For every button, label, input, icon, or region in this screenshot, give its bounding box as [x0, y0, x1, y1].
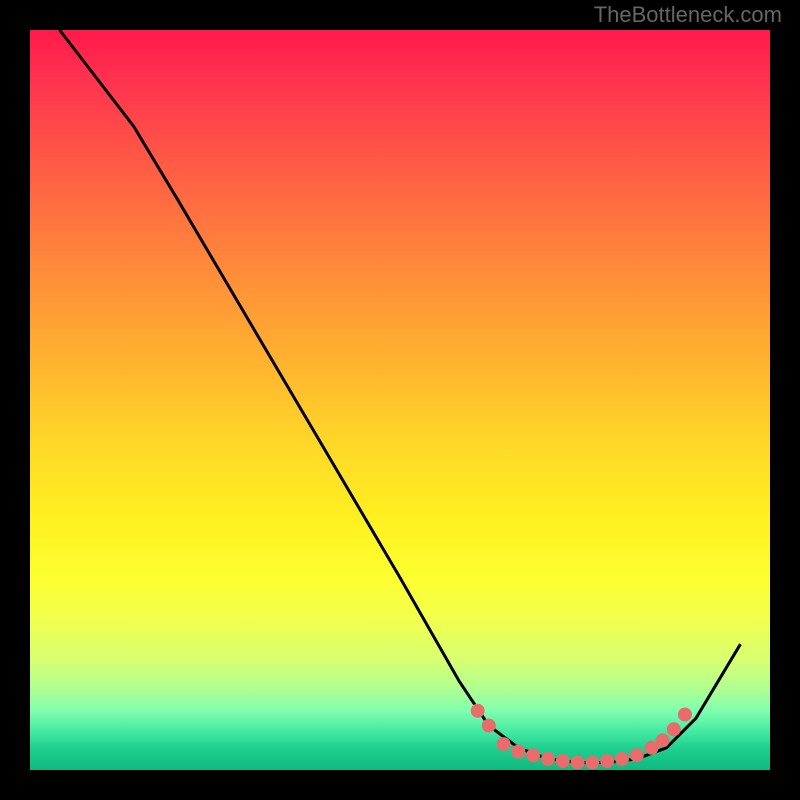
data-dot: [511, 745, 525, 759]
watermark-text: TheBottleneck.com: [594, 2, 782, 28]
data-dot: [656, 733, 670, 747]
data-dot: [600, 754, 614, 768]
chart-svg: [30, 30, 770, 770]
data-dot: [471, 704, 485, 718]
data-dot: [630, 748, 644, 762]
data-dot: [541, 752, 555, 766]
data-dot: [482, 719, 496, 733]
plot-area: [30, 30, 770, 770]
data-dot: [667, 722, 681, 736]
data-dot: [615, 752, 629, 766]
data-dot: [678, 708, 692, 722]
data-dot: [571, 756, 585, 770]
data-dot: [497, 737, 511, 751]
bottleneck-curve: [60, 30, 741, 763]
data-dot: [585, 756, 599, 770]
data-dot: [556, 754, 570, 768]
curve-line: [60, 30, 741, 763]
data-dot: [526, 748, 540, 762]
